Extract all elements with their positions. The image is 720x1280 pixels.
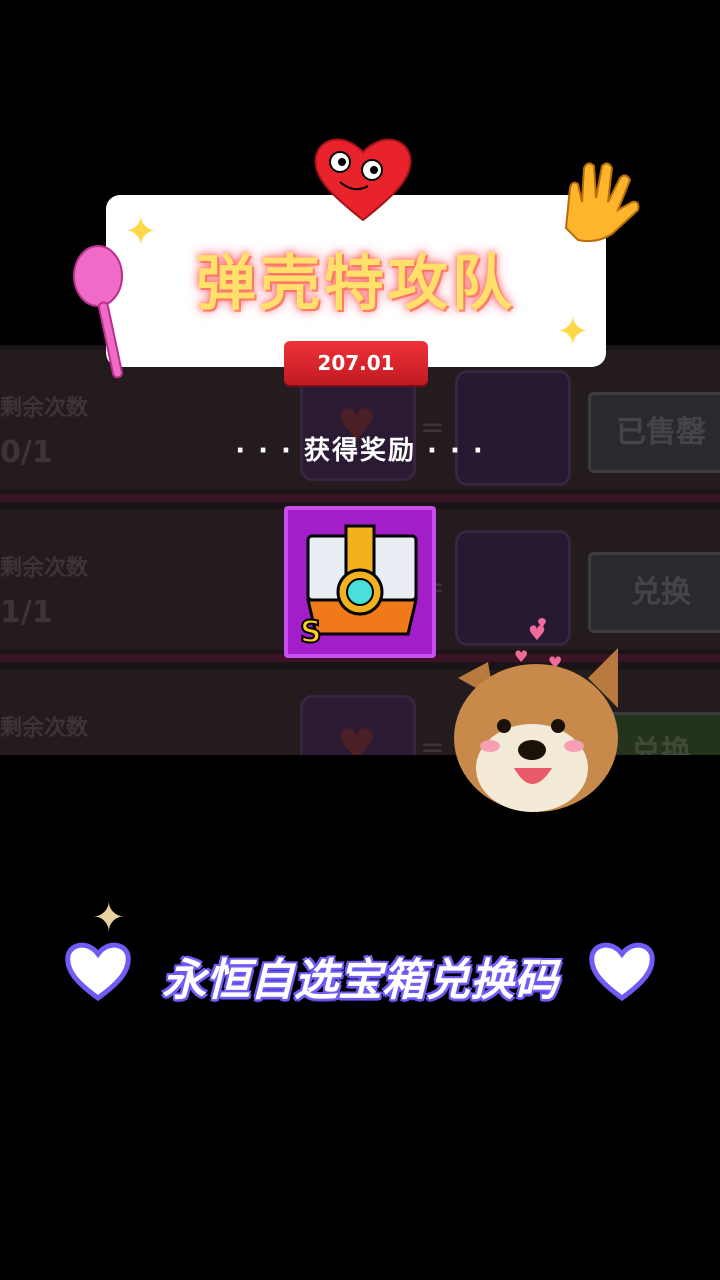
reward-item[interactable]: S — [284, 506, 436, 658]
spoon-icon — [73, 245, 124, 379]
sparkle-icon: ✦ — [92, 895, 126, 941]
remaining-count: 0/1 — [0, 435, 53, 470]
remaining-label: 剩余次数 — [0, 396, 89, 421]
remaining-label: 剩余次数 — [0, 716, 89, 741]
svg-text:♥: ♥ — [528, 621, 546, 645]
heart-outline-icon — [65, 942, 131, 1002]
heart-icon: ♥ — [337, 720, 377, 755]
remaining-count: 1/1 — [0, 595, 53, 630]
waving-hand-icon — [564, 162, 640, 243]
item-slot — [455, 370, 571, 486]
heart-outline-icon — [589, 942, 655, 1002]
game-title: 弹壳特攻队 — [196, 249, 516, 319]
equals-sign: = — [420, 730, 446, 755]
smiling-heart-icon — [314, 138, 412, 222]
version-badge: 207.01 — [284, 341, 428, 385]
reward-header: · · · 获得奖励 · · · — [235, 436, 485, 466]
caption-banner: 永恒自选宝箱兑换码 — [60, 938, 660, 1008]
sparkle-icon: ✦ — [556, 309, 590, 355]
s-grade-chest-icon: S — [299, 524, 418, 651]
grade-letter: S — [300, 615, 322, 650]
caption-text: 永恒自选宝箱兑换码 — [162, 955, 558, 1006]
svg-text:♥: ♥ — [514, 647, 528, 666]
sold-out-button[interactable]: 已售罄 — [588, 392, 720, 473]
heart-cost-slot: ♥ — [300, 695, 416, 755]
shiba-dog-sticker: ♥ ♥ ♥ — [454, 618, 618, 812]
remaining-label: 剩余次数 — [0, 556, 89, 581]
